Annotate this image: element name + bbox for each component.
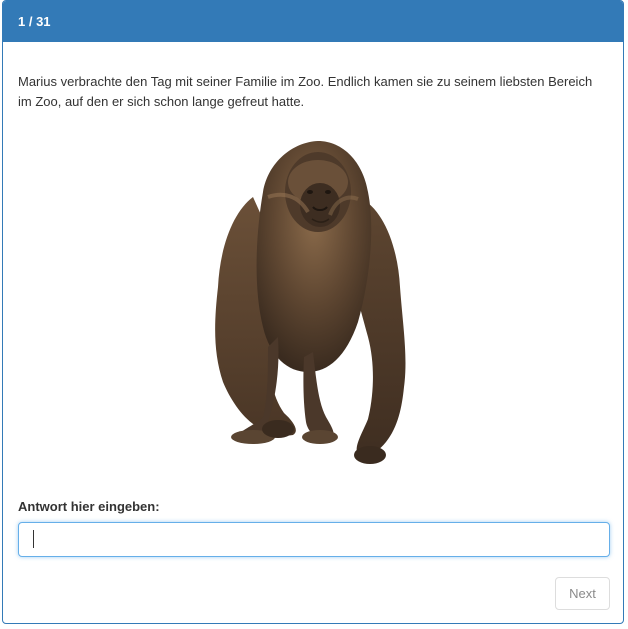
gorilla-illustration [215, 141, 406, 464]
progress-counter: 1 / 31 [18, 14, 51, 29]
question-panel: 1 / 31 Marius verbrachte den Tag mit sei… [2, 0, 624, 624]
text-caret [33, 530, 34, 548]
answer-input[interactable] [18, 522, 610, 557]
question-text: Marius verbrachte den Tag mit seiner Fam… [18, 74, 593, 109]
answer-label: Antwort hier eingeben: [18, 499, 160, 514]
progress-header: 1 / 31 [3, 1, 623, 42]
gorilla-image [208, 137, 413, 467]
next-button[interactable]: Next [555, 577, 610, 610]
